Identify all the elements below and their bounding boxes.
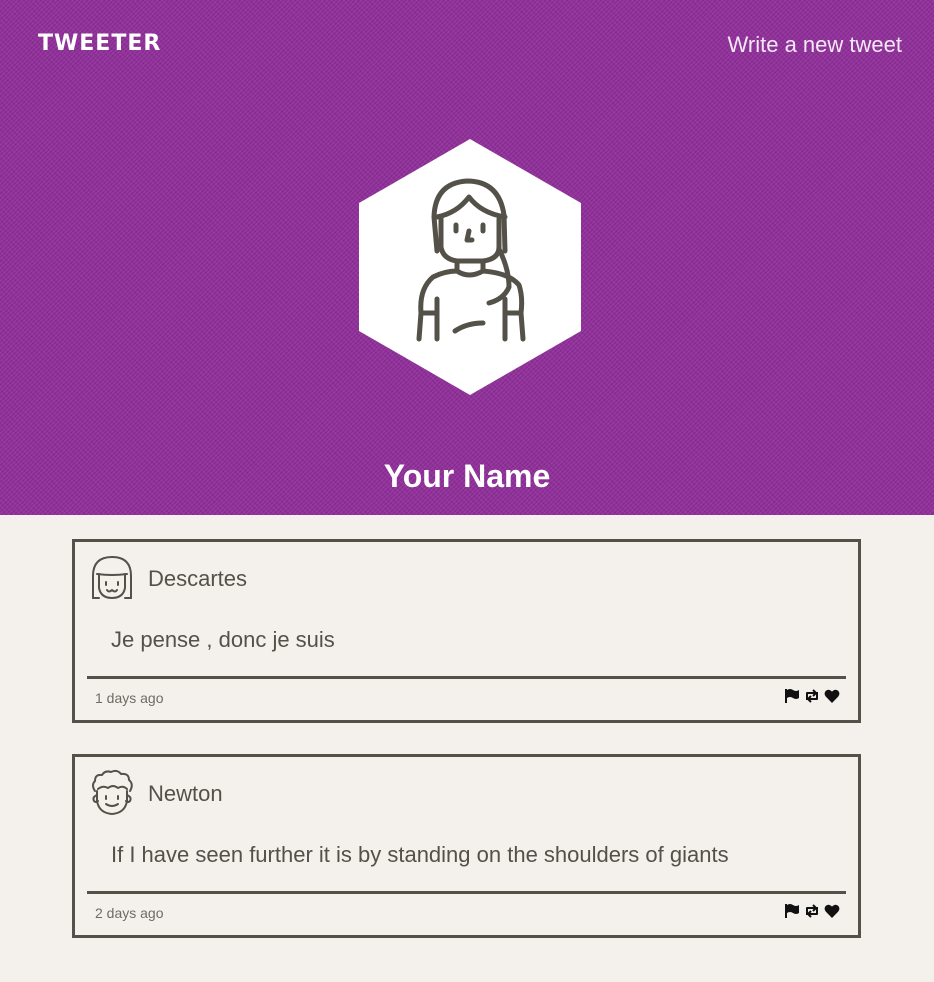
tweet-actions (784, 903, 840, 919)
curly-hair-avatar-icon (92, 769, 133, 815)
tweet-actions (784, 688, 840, 704)
flag-icon[interactable] (784, 688, 800, 704)
tweet-timestamp: 2 days ago (95, 905, 164, 921)
tweet-timestamp: 1 days ago (95, 690, 164, 706)
tweet-card: Descartes Je pense , donc je suis 1 days… (72, 539, 861, 723)
tweet-author: Newton (148, 781, 223, 806)
tweet-card: Newton If I have seen further it is by s… (72, 754, 861, 938)
heart-icon[interactable] (824, 688, 840, 704)
tweet-divider (87, 891, 846, 894)
write-tweet-link[interactable]: Write a new tweet (728, 32, 902, 58)
heart-icon[interactable] (824, 903, 840, 919)
brand-logo[interactable]: TWEETER (38, 31, 161, 56)
girl-avatar-icon (92, 556, 132, 599)
tweet-text: If I have seen further it is by standing… (111, 842, 729, 867)
retweet-icon[interactable] (804, 688, 820, 704)
profile-name: Your Name (383, 458, 551, 494)
flag-icon[interactable] (784, 903, 800, 919)
tweet-author: Descartes (148, 566, 248, 591)
profile-avatar (359, 139, 581, 395)
retweet-icon[interactable] (804, 903, 820, 919)
profile-header: TWEETER Write a new tweet Your Name (0, 0, 934, 515)
tweet-text: Je pense , donc je suis (111, 627, 335, 652)
tweet-divider (87, 676, 846, 679)
avatar-hexagon-frame (359, 139, 581, 395)
